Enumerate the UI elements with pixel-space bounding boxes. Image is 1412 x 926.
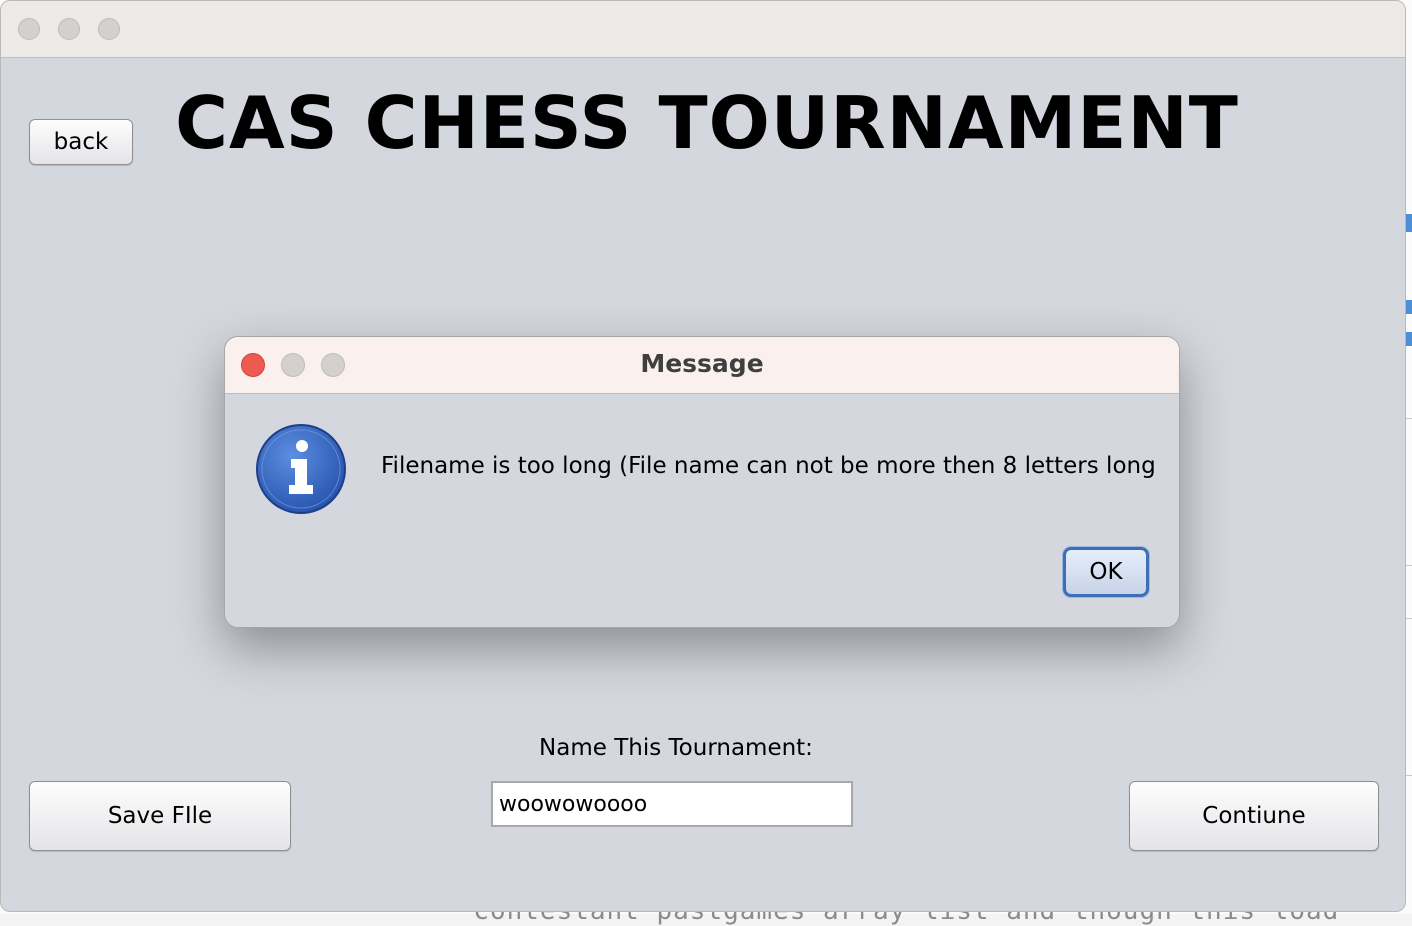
dialog-title: Message: [640, 349, 764, 378]
maximize-window-button[interactable]: [98, 18, 120, 40]
tournament-name-label: Name This Tournament:: [539, 735, 813, 761]
background-divider: [1405, 775, 1412, 776]
minimize-window-button[interactable]: [58, 18, 80, 40]
background-marker: [1405, 214, 1412, 232]
background-divider: [1405, 565, 1412, 566]
ok-button[interactable]: OK: [1063, 547, 1149, 597]
save-file-button[interactable]: Save FIle: [29, 781, 291, 851]
continue-button[interactable]: Contiune: [1129, 781, 1379, 851]
background-marker: [1405, 332, 1412, 346]
message-dialog: Message Filename is too long (File name …: [224, 336, 1180, 628]
info-icon: [256, 424, 346, 514]
window-titlebar: [1, 1, 1405, 58]
close-window-button[interactable]: [18, 18, 40, 40]
dialog-titlebar: Message: [225, 337, 1179, 394]
background-divider: [1405, 418, 1412, 419]
back-button[interactable]: back: [29, 119, 133, 165]
tournament-name-input[interactable]: [491, 781, 853, 827]
background-divider: [1405, 618, 1412, 619]
dialog-message: Filename is too long (File name can not …: [381, 453, 1156, 479]
background-marker: [1405, 300, 1412, 314]
page-title: CAS CHESS TOURNAMENT: [175, 81, 1239, 165]
